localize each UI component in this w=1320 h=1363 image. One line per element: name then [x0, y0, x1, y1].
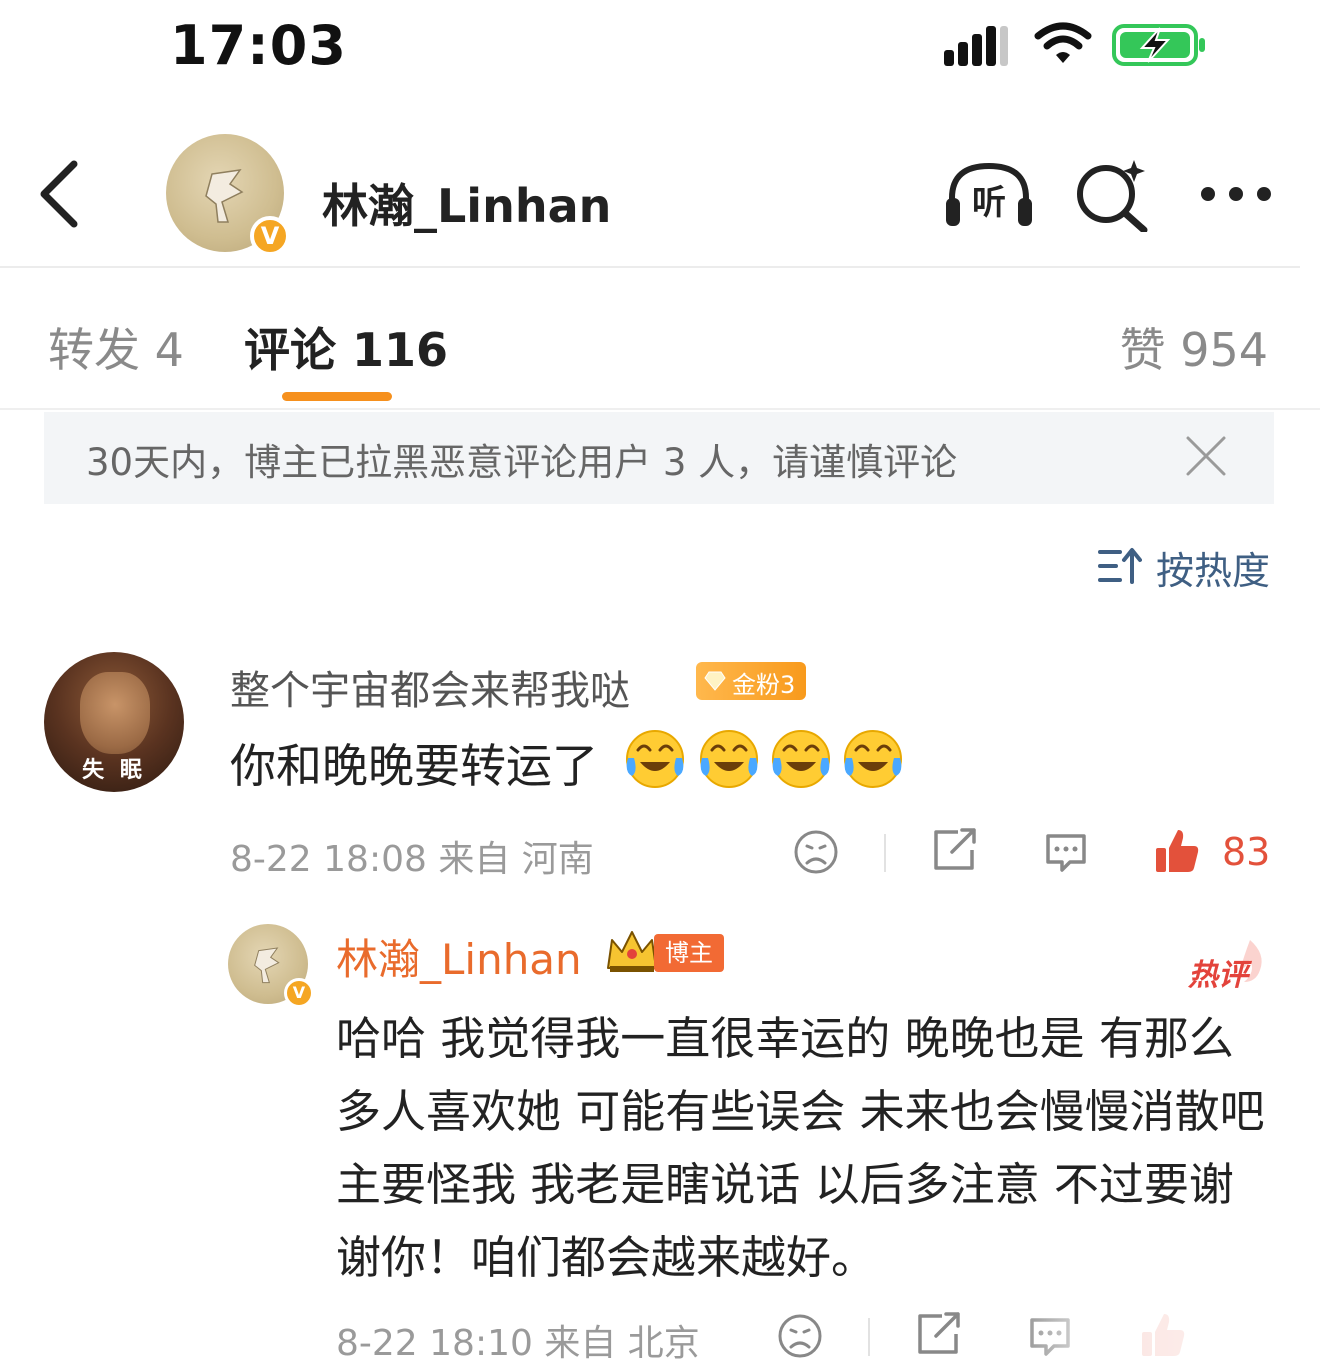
- close-icon[interactable]: [1184, 434, 1228, 478]
- more-icon[interactable]: [1198, 184, 1274, 204]
- comment-meta: 8-22 18:08 来自 河南: [230, 839, 594, 880]
- reply-meta: 8-22 18:10 来自 北京: [336, 1323, 700, 1363]
- reply-text: 哈哈 我觉得我一直很幸运的 晚晚也是 有那么多人喜欢她 可能有些误会 未来也会慢…: [336, 1012, 1265, 1284]
- tabs-divider: [0, 408, 1320, 410]
- tab-reposts[interactable]: 转发 4: [48, 314, 184, 380]
- hot-comment-badge: 热评: [1188, 958, 1248, 993]
- share-icon[interactable]: [930, 826, 980, 874]
- blogger-badge: 博主: [654, 934, 724, 972]
- reply-icon[interactable]: [1042, 828, 1090, 876]
- battery-charging-icon: [1112, 24, 1205, 66]
- sort-label: 按热度: [1155, 549, 1270, 593]
- sort-icon: [1098, 548, 1142, 584]
- laugh-cry-emoji-icon: [700, 730, 758, 788]
- bottom-fade-overlay: [1010, 1300, 1320, 1363]
- listen-icon[interactable]: 听: [944, 160, 1034, 230]
- status-bar: 17:03: [0, 0, 1320, 95]
- fan-badge-label: 金粉3: [732, 671, 796, 699]
- laugh-cry-emoji-icon: [772, 730, 830, 788]
- reply-avatar[interactable]: V: [228, 924, 314, 1008]
- dislike-icon[interactable]: [776, 1312, 824, 1360]
- back-icon[interactable]: [36, 160, 80, 228]
- gem-icon: [704, 671, 726, 691]
- avatar[interactable]: V: [166, 134, 290, 256]
- meta-divider: [884, 834, 886, 872]
- avatar-face: [80, 672, 150, 754]
- meta-divider: [868, 1318, 870, 1356]
- avatar-figure-icon: [205, 169, 244, 223]
- status-time: 17:03: [170, 14, 347, 77]
- tab-comments[interactable]: 评论 116: [244, 314, 448, 380]
- verified-badge: V: [284, 978, 314, 1008]
- dislike-icon[interactable]: [792, 828, 840, 876]
- notice-text: 30天内，博主已拉黑恶意评论用户 3 人，请谨慎评论: [86, 441, 958, 484]
- commenter-avatar[interactable]: 失 眠: [44, 652, 184, 792]
- like-count: 83: [1222, 830, 1271, 874]
- notice-banner: 30天内，博主已拉黑恶意评论用户 3 人，请谨慎评论: [44, 412, 1274, 504]
- verified-badge: V: [250, 216, 290, 256]
- comment-text: 你和晚晚要转运了: [230, 739, 598, 793]
- profile-name[interactable]: 林瀚_Linhan: [322, 170, 611, 236]
- profile-header: V 林瀚_Linhan 听: [0, 130, 1320, 266]
- sort-control[interactable]: 按热度: [1070, 540, 1270, 593]
- like-icon[interactable]: [1152, 826, 1202, 876]
- avatar-caption: 失 眠: [82, 758, 146, 783]
- active-tab-indicator: [282, 392, 392, 401]
- commenter-name[interactable]: 整个宇宙都会来帮我哒: [230, 658, 630, 716]
- tab-likes[interactable]: 赞 954: [1120, 314, 1268, 380]
- listen-label: 听: [972, 183, 1006, 223]
- search-icon[interactable]: [1074, 158, 1150, 232]
- fan-badge[interactable]: 金粉3: [696, 662, 806, 700]
- signal-icon: [944, 26, 1008, 66]
- laugh-cry-emoji-icon: [844, 730, 902, 788]
- reply-author-name[interactable]: 林瀚_Linhan: [336, 926, 582, 987]
- tab-bar: 转发 4 评论 116 赞 954: [0, 268, 1320, 410]
- share-icon[interactable]: [914, 1310, 964, 1358]
- crown-icon: [607, 931, 657, 972]
- laugh-cry-emoji-icon: [626, 730, 684, 788]
- wifi-icon: [1034, 22, 1092, 63]
- avatar-figure-icon: [254, 947, 280, 984]
